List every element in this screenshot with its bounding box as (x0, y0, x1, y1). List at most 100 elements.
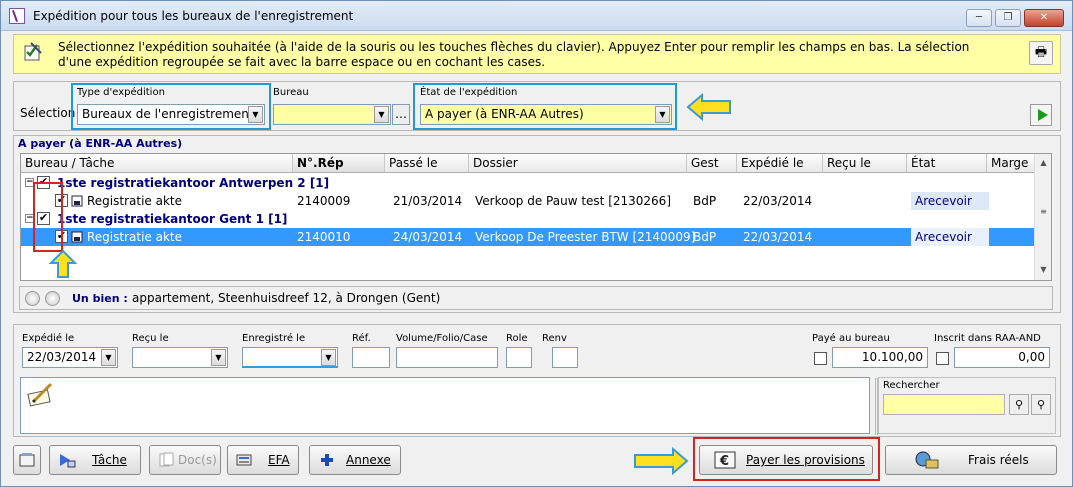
info-bar: Sélectionnez l'expédition souhaitée (à l… (13, 34, 1061, 74)
column-header[interactable]: Gest (687, 154, 737, 173)
chevron-down-icon[interactable]: ▼ (101, 349, 116, 366)
chevron-down-icon[interactable]: ▼ (321, 349, 336, 366)
scroll-down-icon[interactable]: ▼ (1036, 262, 1051, 277)
inscrit-amount-field[interactable]: 0,00 (954, 347, 1050, 368)
scroll-thumb-icon[interactable]: ≡ (1036, 204, 1051, 219)
paye-amount-field[interactable]: 10.100,00 (832, 347, 928, 368)
group-label: 1ste registratiekantoor Gent 1 [1] (57, 212, 288, 226)
table-row[interactable]: ✔ Registratie akte 2140009 21/03/2014 Ve… (21, 192, 1035, 210)
annexe-button[interactable]: Annexe (309, 445, 401, 475)
tache-label: Tâche (92, 453, 127, 467)
enregistre-label: Enregistré le (242, 333, 306, 344)
efa-button[interactable]: EFA (227, 445, 299, 475)
column-header[interactable]: État (907, 154, 987, 173)
print-button[interactable]: 🖶 (1029, 41, 1053, 65)
etat-cell: Arecevoir (911, 192, 989, 210)
column-header[interactable]: Bureau / Tâche (21, 154, 293, 173)
expedie-cell: 22/03/2014 (743, 230, 813, 244)
property-label: Un bien : (72, 292, 128, 305)
search-icon[interactable]: ⚲ (1009, 394, 1029, 415)
inscrit-checkbox[interactable] (936, 352, 949, 365)
task-cell: Registratie akte (87, 194, 183, 208)
group-row[interactable]: − ✔ 1ste registratiekantoor Gent 1 [1] (21, 210, 1035, 228)
grid-title: A payer (à ENR-AA Autres) (18, 137, 183, 150)
column-header[interactable]: N°.Rép (293, 154, 385, 173)
payer-provisions-button[interactable]: € Payer les provisions (699, 445, 873, 475)
bureau-label: Bureau (273, 87, 309, 98)
docs-label: Doc(s) (178, 453, 217, 467)
arrow-right-icon (634, 447, 689, 475)
previous-icon[interactable] (25, 291, 40, 306)
expedie-cell: 22/03/2014 (743, 194, 813, 208)
payer-label: Payer les provisions (746, 453, 865, 467)
documents-icon (159, 452, 174, 467)
column-header[interactable]: Marge (987, 154, 1035, 173)
paye-checkbox[interactable] (814, 352, 827, 365)
annexe-label: Annexe (346, 453, 391, 467)
next-icon[interactable] (45, 291, 60, 306)
svg-text:€: € (719, 454, 729, 469)
volume-field[interactable] (396, 347, 498, 368)
task-icon (60, 454, 76, 468)
paye-label: Payé au bureau (812, 333, 890, 344)
search-input[interactable] (883, 394, 1005, 415)
grid-scrollbar[interactable]: ▲ ≡ ▼ (1034, 154, 1051, 280)
euro-icon: € (714, 451, 736, 469)
document-icon (71, 231, 83, 243)
passe-cell: 21/03/2014 (393, 194, 463, 208)
close-button[interactable]: ✕ (1024, 9, 1064, 27)
search-panel: Rechercher ⚲ ⚲ (875, 377, 1056, 435)
tache-button[interactable]: Tâche (49, 445, 141, 475)
main-window: Expédition pour tous les bureaux de l'en… (0, 0, 1073, 487)
column-header[interactable]: Dossier (469, 154, 687, 173)
type-select[interactable]: Bureaux de l'enregistrement ▼ (77, 104, 265, 125)
renv-field[interactable] (552, 347, 578, 368)
etat-select[interactable]: A payer (à ENR-AA Autres) ▼ (420, 104, 672, 125)
maximize-button[interactable]: ❐ (995, 9, 1021, 27)
type-label: Type d'expédition (77, 87, 165, 98)
chevron-down-icon[interactable]: ▼ (248, 106, 263, 123)
minimize-button[interactable]: ─ (966, 9, 992, 27)
bureau-select[interactable]: ▼ (273, 104, 391, 125)
chevron-down-icon[interactable]: ▼ (374, 106, 389, 123)
property-bar: Un bien : appartement, Steenhuisdreef 12… (19, 286, 1053, 310)
enregistre-date-field[interactable]: ▼ (242, 347, 338, 368)
docs-button[interactable]: Doc(s) (149, 445, 221, 475)
bottom-toolbar: Tâche Doc(s) EFA Annexe € Payer les prov… (13, 437, 1061, 485)
frais-reels-button[interactable]: Frais réels (885, 445, 1057, 475)
renv-label: Renv (542, 333, 567, 344)
arrow-up-icon (49, 249, 77, 278)
document-icon (71, 195, 83, 207)
passe-cell: 24/03/2014 (393, 230, 463, 244)
etat-cell: Arecevoir (911, 228, 989, 246)
settings-button[interactable] (13, 445, 41, 475)
etat-value: A payer (à ENR-AA Autres) (425, 107, 584, 121)
recu-label: Reçu le (132, 333, 169, 344)
column-header-label: N°.Rép (297, 156, 344, 170)
expedie-date-field[interactable]: 22/03/2014 ▼ (22, 347, 118, 368)
efa-label: EFA (268, 453, 290, 467)
search-next-icon[interactable]: ⚲ (1031, 394, 1051, 415)
column-header[interactable]: Expédié le (737, 154, 823, 173)
group-label: 1ste registratiekantoor Antwerpen 2 [1] (57, 176, 330, 190)
ref-field[interactable] (352, 347, 390, 368)
chevron-down-icon[interactable]: ▼ (655, 106, 670, 123)
search-divider (875, 378, 878, 435)
table-row-selected[interactable]: ✔ Registratie akte 2140010 24/03/2014 Ve… (21, 228, 1035, 246)
plus-icon (321, 454, 333, 466)
bureau-lookup-button[interactable]: … (392, 104, 410, 125)
role-field[interactable] (506, 347, 532, 368)
dossier-cell: Verkoop De Preester BTW [2140009] (475, 230, 696, 244)
column-header[interactable]: Passé le (385, 154, 469, 173)
column-header[interactable]: Reçu le (823, 154, 907, 173)
chevron-down-icon[interactable]: ▼ (211, 349, 226, 366)
recu-date-field[interactable]: ▼ (132, 347, 228, 368)
dossier-cell: Verkoop de Pauw test [2130266] (475, 194, 671, 208)
expedie-label: Expédié le (22, 333, 75, 344)
run-button[interactable] (1030, 104, 1052, 126)
group-row[interactable]: − ✔ 1ste registratiekantoor Antwerpen 2 … (21, 174, 1035, 192)
info-text: Sélectionnez l'expédition souhaitée (à l… (58, 40, 970, 69)
selection-label: Sélection (20, 106, 76, 120)
notes-textarea[interactable] (20, 377, 870, 434)
scroll-up-icon[interactable]: ▲ (1036, 155, 1051, 170)
